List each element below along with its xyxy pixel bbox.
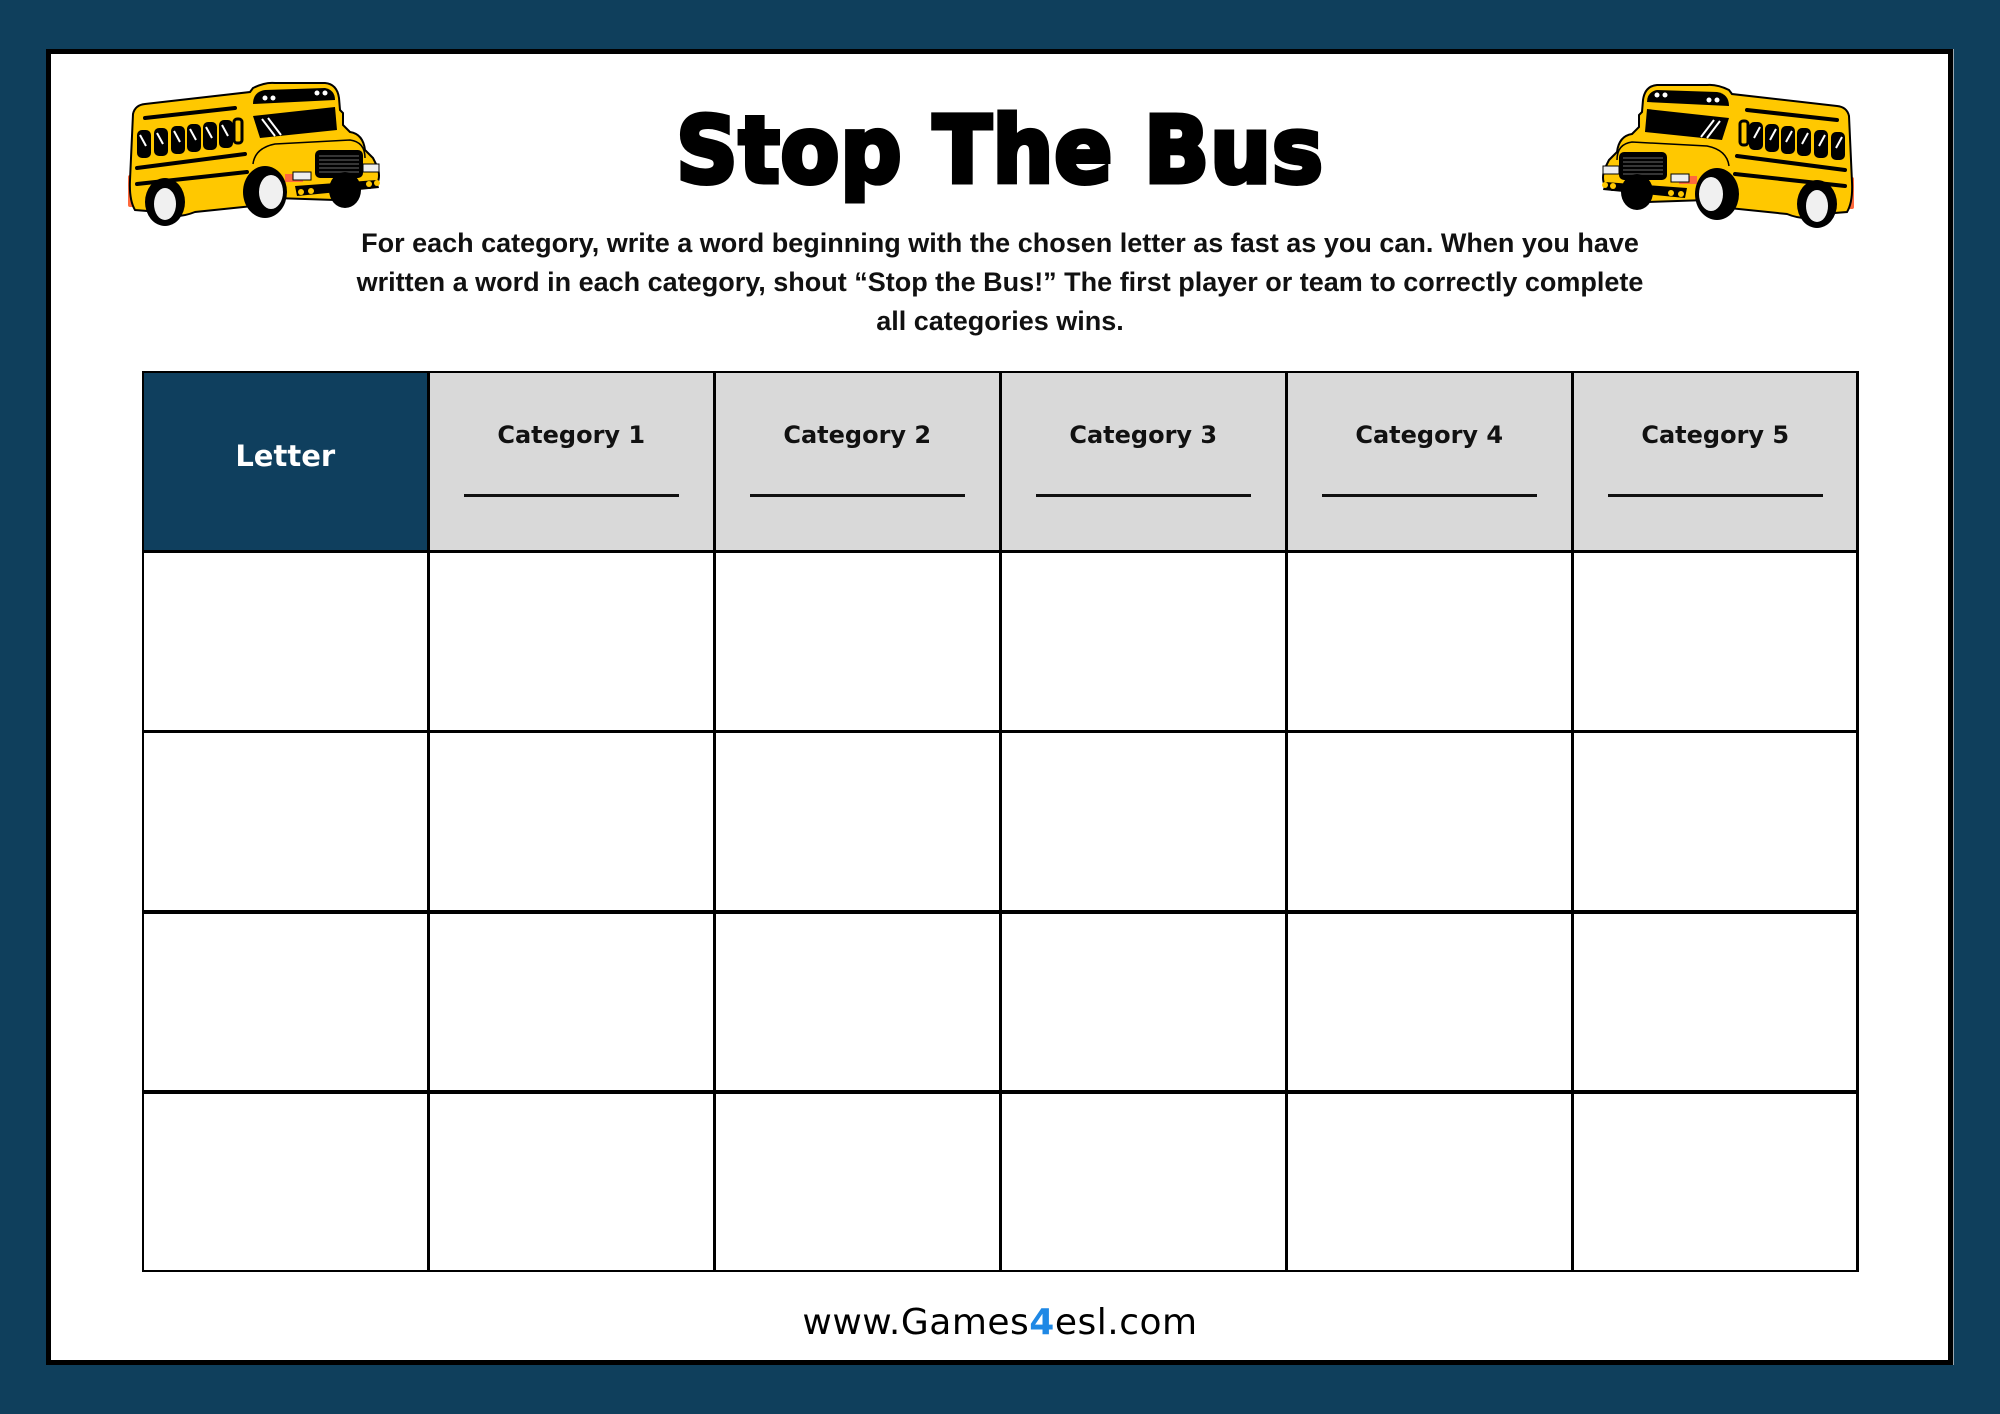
footer-url-accent: 4: [1029, 1302, 1055, 1343]
category-header-label: Category 4: [1355, 421, 1504, 449]
letter-answer-cell[interactable]: [142, 911, 429, 1093]
category-answer-cell[interactable]: [1286, 551, 1573, 732]
category-answer-cell[interactable]: [1286, 1091, 1573, 1273]
category-name-blank-line[interactable]: [1608, 494, 1823, 497]
category-column-header: Category 2: [714, 371, 1001, 552]
worksheet-title: Stop The Bus: [674, 95, 1325, 207]
letter-answer-cell[interactable]: [142, 731, 429, 913]
category-answer-cell[interactable]: [1286, 911, 1573, 1093]
footer-url-suffix: esl.com: [1054, 1302, 1198, 1343]
category-answer-cell[interactable]: [1572, 911, 1859, 1093]
footer-url-prefix: www.Games: [802, 1302, 1030, 1343]
website-footer[interactable]: www.Games4esl.com: [0, 1302, 2000, 1343]
letter-column-header: Letter: [142, 371, 429, 552]
category-answer-cell[interactable]: [714, 731, 1001, 913]
category-name-blank-line[interactable]: [1036, 494, 1251, 497]
category-answer-cell[interactable]: [714, 1091, 1001, 1273]
category-answer-cell[interactable]: [1000, 911, 1287, 1093]
category-column-header: Category 1: [428, 371, 715, 552]
letter-answer-cell[interactable]: [142, 551, 429, 732]
category-answer-cell[interactable]: [428, 731, 715, 913]
category-answer-cell[interactable]: [1000, 731, 1287, 913]
category-answer-cell[interactable]: [1000, 1091, 1287, 1273]
category-answer-cell[interactable]: [1000, 551, 1287, 732]
category-answer-cell[interactable]: [714, 911, 1001, 1093]
category-answer-cell[interactable]: [714, 551, 1001, 732]
category-answer-cell[interactable]: [428, 1091, 715, 1273]
category-header-label: Category 2: [783, 421, 932, 449]
category-name-blank-line[interactable]: [464, 494, 679, 497]
category-header-label: Category 5: [1641, 421, 1790, 449]
category-answer-cell[interactable]: [428, 551, 715, 732]
letter-answer-cell[interactable]: [142, 1091, 429, 1273]
category-column-header: Category 3: [1000, 371, 1287, 552]
category-answer-cell[interactable]: [1286, 731, 1573, 913]
instructions-text: For each category, write a word beginnin…: [356, 228, 1644, 336]
category-name-blank-line[interactable]: [750, 494, 965, 497]
category-answer-cell[interactable]: [428, 911, 715, 1093]
category-column-header: Category 4: [1286, 371, 1573, 552]
category-column-header: Category 5: [1572, 371, 1859, 552]
category-name-blank-line[interactable]: [1322, 494, 1537, 497]
category-header-label: Category 3: [1069, 421, 1218, 449]
letter-header-label: Letter: [235, 439, 336, 473]
category-header-label: Category 1: [497, 421, 646, 449]
category-answer-cell[interactable]: [1572, 551, 1859, 732]
category-answer-cell[interactable]: [1572, 1091, 1859, 1273]
category-answer-cell[interactable]: [1572, 731, 1859, 913]
answer-grid: Letter Category 1 Category 2 Category 3 Cate…: [142, 371, 1859, 1273]
